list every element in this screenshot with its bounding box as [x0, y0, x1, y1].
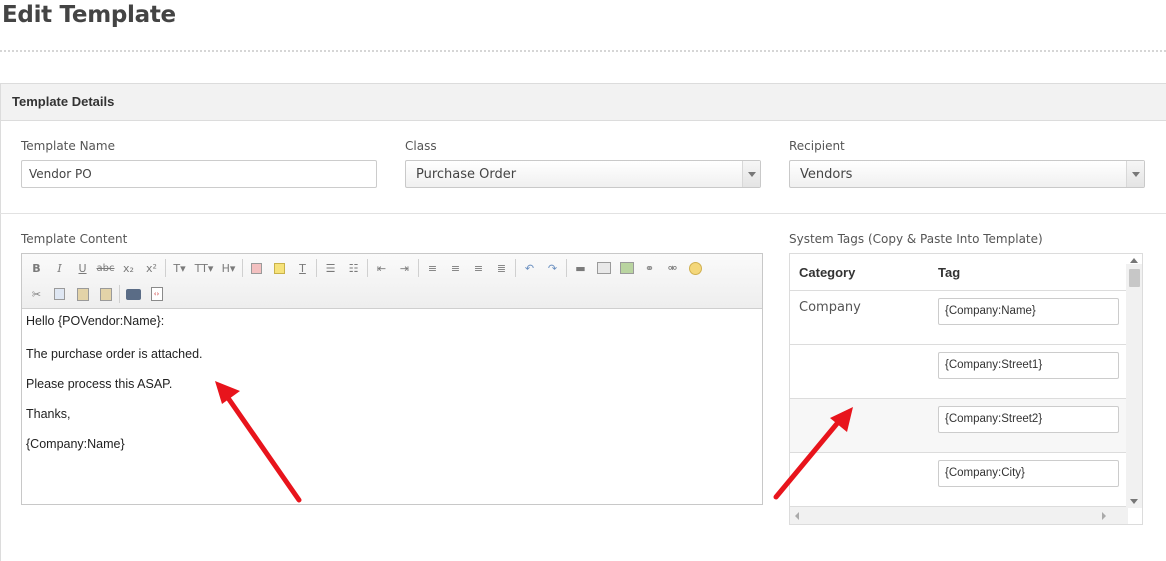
title-divider [0, 50, 1166, 52]
content-line: Thanks, [26, 407, 71, 421]
source-icon[interactable]: ‹› [145, 284, 168, 304]
undo-icon[interactable]: ↶ [518, 258, 541, 278]
align-center-icon[interactable]: ≡ [444, 258, 467, 278]
tags-table-header: Category Tag [790, 254, 1142, 291]
table-icon[interactable] [592, 258, 615, 278]
editor-toolbar: B I U abc x₂ x² T▾ TT▾ H▾ T ☰ ☷ ⇤ ⇥ ≡ ≡ … [22, 254, 762, 309]
table-row: Company {Company:Name} [790, 291, 1127, 345]
link-icon[interactable]: ⚭ [638, 258, 661, 278]
scroll-right-icon[interactable] [1102, 512, 1106, 520]
template-name-input[interactable]: Vendor PO [21, 160, 377, 188]
justify-icon[interactable]: ≣ [490, 258, 513, 278]
remove-format-icon[interactable]: T [291, 258, 314, 278]
tag-field[interactable]: {Company:Name} [938, 298, 1119, 325]
vertical-scrollbar[interactable] [1126, 258, 1142, 508]
copy-icon[interactable] [48, 284, 71, 304]
recipient-select[interactable]: Vendors [789, 160, 1145, 188]
align-left-icon[interactable]: ≡ [421, 258, 444, 278]
table-row: {Company:Street2} [790, 399, 1127, 453]
toolbar-separator [515, 259, 516, 277]
cut-icon[interactable]: ✂ [25, 284, 48, 304]
indent-icon[interactable]: ⇥ [393, 258, 416, 278]
unlink-icon[interactable]: ⚮ [661, 258, 684, 278]
paste-icon[interactable] [71, 284, 94, 304]
scroll-up-icon[interactable] [1130, 258, 1138, 263]
align-right-icon[interactable]: ≡ [467, 258, 490, 278]
content-line: The purchase order is attached. [26, 347, 203, 361]
heading-icon[interactable]: H▾ [217, 258, 240, 278]
recipient-label: Recipient [789, 139, 845, 153]
rich-text-editor[interactable]: B I U abc x₂ x² T▾ TT▾ H▾ T ☰ ☷ ⇤ ⇥ ≡ ≡ … [21, 253, 763, 505]
scroll-down-icon[interactable] [1130, 499, 1138, 504]
template-name-label: Template Name [21, 139, 115, 153]
underline-icon[interactable]: U [71, 258, 94, 278]
bold-icon[interactable]: B [25, 258, 48, 278]
tag-field[interactable]: {Company:Street2} [938, 406, 1119, 433]
redo-icon[interactable]: ↷ [541, 258, 564, 278]
content-line: {Company:Name} [26, 437, 125, 451]
image-icon[interactable] [615, 258, 638, 278]
toolbar-separator [119, 285, 120, 303]
toolbar-separator [316, 259, 317, 277]
italic-icon[interactable]: I [48, 258, 71, 278]
section-divider [0, 213, 1166, 214]
subscript-icon[interactable]: x₂ [117, 258, 140, 278]
clear-format-icon[interactable] [245, 258, 268, 278]
recipient-select-value: Vendors [800, 167, 853, 182]
print-icon[interactable] [122, 284, 145, 304]
panel-header: Template Details [1, 84, 1166, 121]
template-content-label: Template Content [21, 232, 128, 246]
content-line: Hello {POVendor:Name}: [26, 314, 165, 328]
outdent-icon[interactable]: ⇤ [370, 258, 393, 278]
category-column-header: Category [799, 265, 856, 280]
superscript-icon[interactable]: x² [140, 258, 163, 278]
table-row: {Company:City} [790, 453, 1127, 507]
font-icon[interactable]: T▾ [168, 258, 191, 278]
class-select-value: Purchase Order [416, 167, 517, 182]
toolbar-separator [367, 259, 368, 277]
tag-column-header: Tag [938, 265, 961, 280]
horizontal-rule-icon[interactable]: ▬ [569, 258, 592, 278]
font-size-icon[interactable]: TT▾ [191, 258, 217, 278]
toolbar-separator [418, 259, 419, 277]
content-line: Please process this ASAP. [26, 377, 173, 391]
chevron-down-icon[interactable] [742, 161, 760, 187]
bullet-list-icon[interactable]: ☰ [319, 258, 342, 278]
system-tags-table: Category Tag Company {Company:Name} {Com… [789, 253, 1143, 525]
tag-field[interactable]: {Company:Street1} [938, 352, 1119, 379]
horizontal-scrollbar[interactable] [790, 507, 1128, 524]
system-tags-label: System Tags (Copy & Paste Into Template) [789, 232, 1043, 246]
toolbar-separator [566, 259, 567, 277]
toolbar-separator [165, 259, 166, 277]
tag-field[interactable]: {Company:City} [938, 460, 1119, 487]
page-title: Edit Template [2, 2, 176, 28]
table-row: {Company:Street1} [790, 345, 1127, 399]
editor-content[interactable]: Hello {POVendor:Name}: The purchase orde… [22, 309, 762, 467]
chevron-down-icon[interactable] [1126, 161, 1144, 187]
class-label: Class [405, 139, 437, 153]
strikethrough-icon[interactable]: abc [94, 258, 117, 278]
scroll-left-icon[interactable] [795, 512, 799, 520]
numbered-list-icon[interactable]: ☷ [342, 258, 365, 278]
tag-category: Company [799, 300, 861, 315]
paste-text-icon[interactable] [94, 284, 117, 304]
toolbar-separator [242, 259, 243, 277]
scrollbar-thumb[interactable] [1129, 269, 1140, 287]
class-select[interactable]: Purchase Order [405, 160, 761, 188]
highlight-icon[interactable] [268, 258, 291, 278]
emoji-icon[interactable] [684, 258, 707, 278]
